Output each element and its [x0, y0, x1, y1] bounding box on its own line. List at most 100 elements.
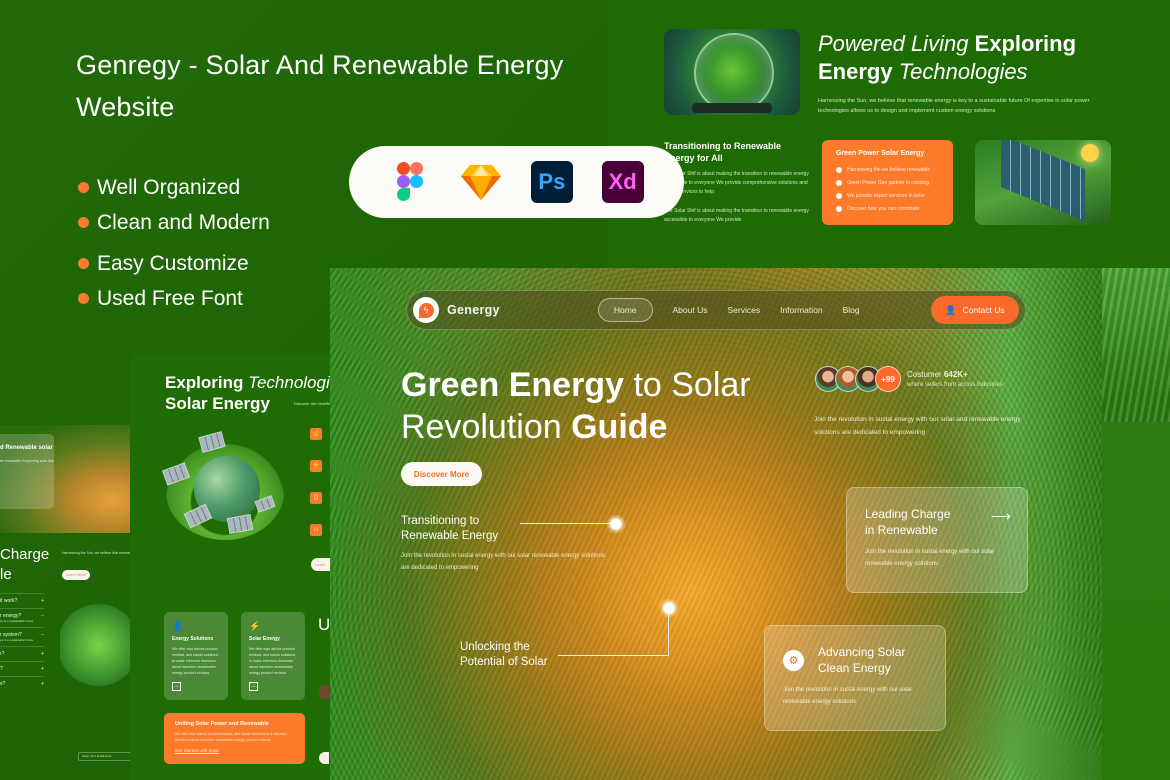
bullet-icon — [836, 166, 842, 173]
preview-mid-description: Discover the benefits technologies. Our … — [294, 401, 330, 406]
more-customers-badge: +99 — [875, 366, 901, 392]
hotspot-glow[interactable] — [659, 598, 679, 618]
bullet-dot-icon — [78, 217, 89, 228]
unlocking-callout: Unlocking the Potential of Solar — [460, 641, 548, 668]
bullet-icon — [836, 179, 842, 186]
faq-item[interactable]: it work? + — [0, 593, 44, 608]
list-item: Discover how you can contribute — [836, 202, 939, 215]
minus-icon: − — [41, 632, 44, 638]
bullet-dot-icon — [78, 258, 89, 269]
list-item: Harnessing the we believe renewable — [836, 163, 939, 176]
sun-icon — [1081, 144, 1099, 162]
get-started-link[interactable]: Get Started with Solar — [175, 748, 294, 753]
hotspot-glow[interactable] — [606, 514, 626, 534]
list-item: We provide expert services in solar — [836, 189, 939, 202]
pill-button[interactable] — [319, 752, 329, 764]
feature-item: Easy Customize — [78, 246, 270, 281]
advancing-solar-card[interactable]: ⚙ Advancing Solar Clean Energy Join the r… — [764, 625, 946, 731]
feature-item: Used Free Font — [78, 281, 270, 316]
uniting-solar-card: Uniting Solar Power and Renewable We off… — [164, 713, 305, 764]
transition-heading: Transitioning to Renewable Energy for Al… — [664, 141, 782, 163]
connector-line — [668, 612, 669, 656]
minus-icon: − — [41, 613, 44, 619]
bolt-icon: ⚡ — [249, 621, 261, 631]
logo-icon[interactable]: ϟ — [413, 297, 439, 323]
preview-left-glass-card: d Renewable solar ke renewable it explor… — [0, 434, 54, 509]
faq-item[interactable]: r system? ey is a sustainable future − — [0, 627, 44, 646]
bullet-dot-icon — [78, 182, 89, 193]
hero-right-extension — [1102, 268, 1170, 780]
plus-icon: + — [41, 651, 44, 657]
learn-more-button[interactable]: Learn More — [62, 570, 90, 580]
transition-paragraph: The Solar Shif is about making the trans… — [664, 208, 809, 223]
contact-us-button[interactable]: 👤 Contact Us — [931, 296, 1019, 324]
customer-stat: Costumer 642K+ where sellers from across… — [907, 370, 1003, 388]
list-item: Green Power Gen partner in creating — [836, 176, 939, 189]
solar-earth-image — [160, 430, 290, 560]
nav-blog[interactable]: Blog — [843, 305, 860, 315]
faq-list: it work? + r energy? ey is a sustainable f… — [0, 593, 44, 691]
plus-icon: + — [41, 681, 44, 687]
preview-left-heading: Charge le — [0, 546, 50, 583]
preview-top-heading: Powered Living Exploring Energy Technolo… — [818, 31, 1077, 84]
solar-energy-card: ⚡ Solar Energy We offer expt advice prod… — [241, 612, 305, 700]
hero-description: Join the revolution in sustai energy wit… — [814, 416, 1021, 436]
leading-charge-card[interactable]: Leading Charge in Renewable ⟶ Join the re… — [846, 487, 1028, 593]
feature-icon-column: ☝ ⚡ ▯ ⌂ — [310, 428, 322, 556]
preview-left-description: Harnessing the Sun, we believe that rene… — [62, 551, 130, 555]
plus-icon: + — [41, 598, 44, 604]
tree-globe-image — [664, 29, 800, 115]
brand-name[interactable]: Genergy — [447, 303, 500, 317]
navbar: ϟ Genergy Home About Us Services Informa… — [406, 290, 1026, 330]
avatar — [319, 685, 329, 699]
arrow-right-button[interactable]: → — [249, 682, 258, 691]
arrow-right-button[interactable]: → — [172, 682, 181, 691]
faq-item[interactable]: ? + — [0, 661, 44, 676]
preview-mid-heading: Exploring TechnologiesSolar Energy — [165, 373, 330, 413]
nav-home[interactable]: Home — [597, 298, 653, 322]
customer-avatars: +99 — [815, 366, 901, 392]
nav-services[interactable]: Services — [727, 305, 760, 315]
arrow-right-icon: ⟶ — [990, 508, 1011, 524]
feature-list: Well Organized Clean and Modern Easy Cus… — [78, 170, 270, 316]
faq-item[interactable]: r energy? ey is a sustainable future − — [0, 608, 44, 627]
battery-icon: ▯ — [310, 492, 322, 504]
gear-icon: ⚙ — [783, 649, 804, 671]
plus-icon: + — [41, 666, 44, 672]
sketch-icon — [460, 161, 502, 203]
nav-information[interactable]: Information — [780, 305, 823, 315]
bullet-icon — [836, 205, 842, 212]
hero-title: Green Energy to Solar Revolution Guide — [401, 366, 751, 446]
preview-top-description: Harnessing the Sun, we believe that rene… — [818, 98, 1090, 114]
feature-item: Clean and Modern — [78, 205, 270, 240]
figma-icon — [389, 161, 431, 203]
person-icon: 👤 — [945, 304, 957, 315]
user-tool-icon: 👤 — [172, 621, 184, 631]
photoshop-icon: Ps — [530, 161, 573, 203]
nav-about-us[interactable]: About Us — [673, 305, 708, 315]
nav-links: Home About Us Services Information Blog — [597, 298, 880, 322]
bullet-icon — [836, 192, 842, 199]
learn-more-button[interactable]: Learn More — [311, 558, 330, 571]
hero-preview: ϟ Genergy Home About Us Services Informa… — [330, 268, 1102, 780]
connector-line — [558, 655, 668, 656]
solar-panel-shape — [1001, 140, 1085, 221]
promo-title: Genregy - Solar And Renewable Energy Web… — [76, 50, 564, 122]
transition-paragraph: The Solar Shif is about making the trans… — [664, 171, 809, 195]
faq-item[interactable]: s? + — [0, 676, 44, 691]
tap-icon: ☝ — [310, 428, 322, 440]
grid-tower-icon: ⌂ — [310, 524, 322, 536]
email-input[interactable]: Enter Your Email Here — [78, 752, 131, 761]
design-tools-pill: Ps Xd — [349, 146, 684, 218]
faq-item[interactable]: r? + — [0, 646, 44, 661]
bullet-dot-icon — [78, 293, 89, 304]
connector-line — [520, 523, 612, 524]
adobe-xd-icon: Xd — [601, 161, 644, 203]
discover-more-button[interactable]: Discover More — [401, 462, 482, 486]
green-power-card: Green Power Solar Energy Harnessing the … — [822, 140, 953, 225]
feature-item: Well Organized — [78, 170, 270, 205]
energy-solutions-card: 👤 Energy Solutions We offer expt advice … — [164, 612, 228, 700]
plug-icon: ⚡ — [310, 460, 322, 472]
green-planet-image — [60, 600, 130, 700]
solar-house-image — [975, 140, 1111, 225]
